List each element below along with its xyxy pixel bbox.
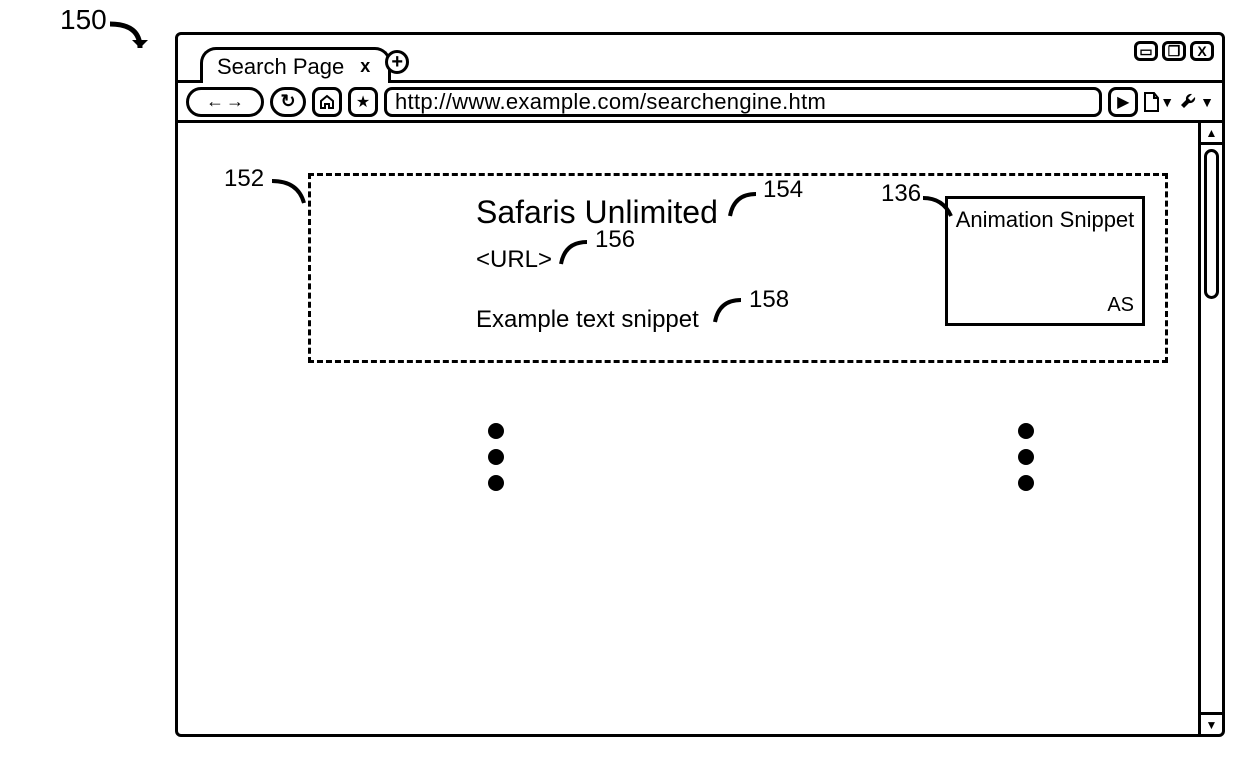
url-text: http://www.example.com/searchengine.htm: [395, 89, 826, 115]
figure-ref-arrow: [100, 18, 170, 68]
search-result: Safaris Unlimited <URL> Example text sni…: [308, 173, 1168, 363]
callout-hook: [726, 188, 766, 222]
star-icon: ★: [356, 92, 370, 112]
figure-ref-154: 154: [763, 176, 803, 204]
wrench-icon: [1178, 91, 1200, 113]
figure-ref-136: 136: [881, 180, 921, 208]
result-text-snippet: Example text snippet: [476, 306, 699, 334]
animation-snippet-code: AS: [1107, 294, 1134, 317]
titlebar: Search Page x + ▭ ❐ X: [178, 35, 1222, 83]
callout-hook: [557, 236, 597, 270]
close-window-button[interactable]: X: [1190, 41, 1214, 61]
animation-snippet-box[interactable]: Animation Snippet AS: [945, 196, 1145, 326]
maximize-button[interactable]: ❐: [1162, 41, 1186, 61]
browser-tab[interactable]: Search Page x: [200, 47, 391, 83]
more-results-ellipsis-icon: [488, 423, 504, 491]
figure-ref-152: 152: [224, 165, 264, 193]
bookmark-button[interactable]: ★: [348, 87, 378, 117]
new-tab-button[interactable]: +: [385, 50, 409, 74]
vertical-scrollbar[interactable]: ▲ ▼: [1198, 123, 1222, 734]
page-icon: [1142, 91, 1160, 113]
chevron-down-icon: ▼: [1160, 94, 1174, 110]
nav-back-forward[interactable]: ← →: [186, 87, 264, 117]
home-icon: [319, 94, 335, 110]
url-bar[interactable]: http://www.example.com/searchengine.htm: [384, 87, 1102, 117]
page-content: 152 Safaris Unlimited <URL> Example text…: [178, 123, 1222, 734]
tab-title: Search Page: [217, 54, 344, 80]
reload-button[interactable]: ↻: [270, 87, 306, 117]
page-menu[interactable]: ▼: [1142, 87, 1174, 117]
home-button[interactable]: [312, 87, 342, 117]
scroll-down-button[interactable]: ▼: [1201, 712, 1222, 734]
scroll-thumb[interactable]: [1204, 149, 1219, 299]
result-url[interactable]: <URL>: [476, 246, 552, 274]
figure-ref-156: 156: [595, 226, 635, 254]
browser-window: Search Page x + ▭ ❐ X ← → ↻ ★ htt: [175, 32, 1225, 737]
callout-hook: [711, 294, 751, 328]
toolbar: ← → ↻ ★ http://www.example.com/searcheng…: [178, 83, 1222, 123]
chevron-down-icon: ▼: [1200, 94, 1214, 110]
back-icon[interactable]: ←: [206, 91, 224, 112]
more-results-ellipsis-icon: [1018, 423, 1034, 491]
window-controls: ▭ ❐ X: [1134, 41, 1214, 61]
figure-ref-158: 158: [749, 286, 789, 314]
tools-menu[interactable]: ▼: [1178, 87, 1214, 117]
go-button[interactable]: ▶: [1108, 87, 1138, 117]
tab-close-icon[interactable]: x: [360, 56, 370, 77]
minimize-button[interactable]: ▭: [1134, 41, 1158, 61]
forward-icon[interactable]: →: [226, 91, 244, 112]
scroll-up-button[interactable]: ▲: [1201, 123, 1222, 145]
play-icon: ▶: [1117, 92, 1129, 112]
animation-snippet-label: Animation Snippet: [948, 207, 1142, 233]
